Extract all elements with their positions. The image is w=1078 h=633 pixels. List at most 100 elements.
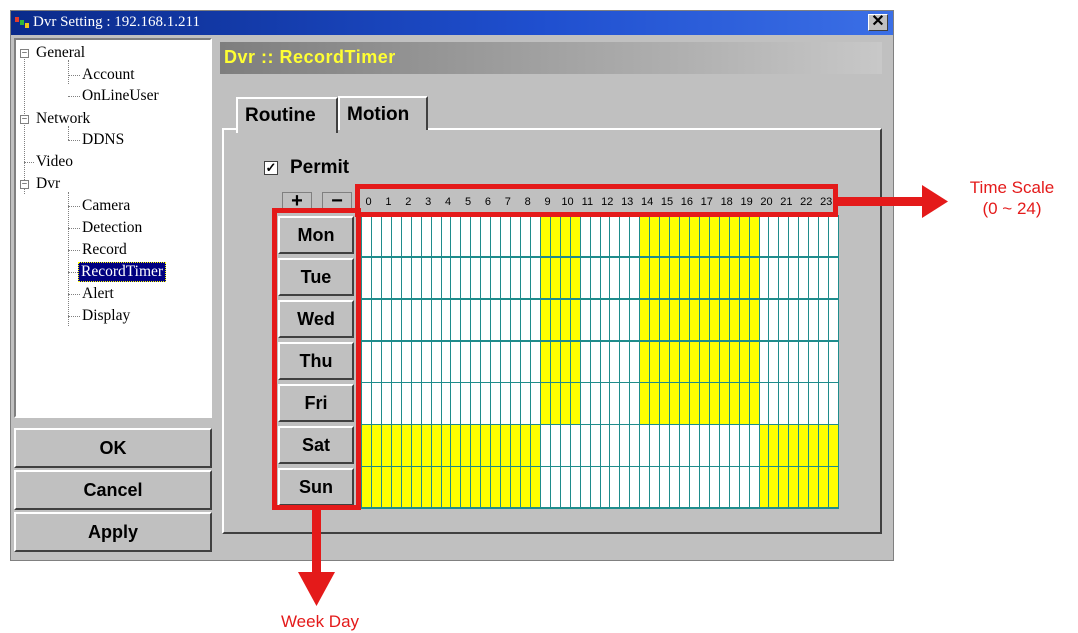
schedule-slot[interactable] <box>660 257 670 299</box>
schedule-slot[interactable] <box>650 216 660 257</box>
schedule-slot[interactable] <box>580 383 590 424</box>
schedule-slot[interactable] <box>411 341 421 382</box>
tree-node-dvr[interactable]: Dvr <box>36 175 60 193</box>
schedule-slot[interactable] <box>362 341 371 382</box>
schedule-slot[interactable] <box>501 341 511 382</box>
schedule-slot[interactable] <box>809 425 819 466</box>
schedule-slot[interactable] <box>650 425 660 466</box>
schedule-slot[interactable] <box>610 257 620 299</box>
schedule-slot[interactable] <box>709 341 719 382</box>
schedule-slot[interactable] <box>739 299 749 341</box>
schedule-slot[interactable] <box>749 257 759 299</box>
tree-node-record[interactable]: Record <box>82 241 127 259</box>
schedule-slot[interactable] <box>789 383 799 424</box>
schedule-slot[interactable] <box>530 467 540 508</box>
schedule-slot[interactable] <box>819 257 829 299</box>
schedule-slot[interactable] <box>650 341 660 382</box>
schedule-slot[interactable] <box>689 467 699 508</box>
schedule-slot[interactable] <box>610 299 620 341</box>
schedule-slot[interactable] <box>521 341 530 382</box>
schedule-slot[interactable] <box>590 299 600 341</box>
schedule-slot[interactable] <box>660 341 670 382</box>
schedule-slot[interactable] <box>799 467 809 508</box>
schedule-slot[interactable] <box>660 467 670 508</box>
schedule-slot[interactable] <box>610 216 620 257</box>
schedule-slot[interactable] <box>362 467 371 508</box>
schedule-slot[interactable] <box>739 425 749 466</box>
schedule-slot[interactable] <box>739 467 749 508</box>
schedule-slot[interactable] <box>580 425 590 466</box>
schedule-slot[interactable] <box>819 383 829 424</box>
schedule-slot[interactable] <box>709 299 719 341</box>
schedule-slot[interactable] <box>670 341 679 382</box>
tab-motion[interactable]: Motion <box>338 96 428 130</box>
schedule-slot[interactable] <box>530 216 540 257</box>
tab-routine[interactable]: Routine <box>236 97 338 133</box>
schedule-slot[interactable] <box>620 299 630 341</box>
schedule-slot[interactable] <box>570 216 580 257</box>
tree-node-alert[interactable]: Alert <box>82 285 114 303</box>
schedule-slot[interactable] <box>650 383 660 424</box>
schedule-slot[interactable] <box>799 216 809 257</box>
schedule-slot[interactable] <box>779 383 789 424</box>
apply-button[interactable]: Apply <box>14 512 212 552</box>
schedule-slot[interactable] <box>401 467 411 508</box>
schedule-slot[interactable] <box>362 425 371 466</box>
schedule-slot[interactable] <box>759 257 769 299</box>
collapse-icon[interactable]: − <box>20 180 29 190</box>
schedule-slot[interactable] <box>809 383 819 424</box>
schedule-slot[interactable] <box>401 383 411 424</box>
schedule-slot[interactable] <box>620 257 630 299</box>
schedule-slot[interactable] <box>521 299 530 341</box>
schedule-slot[interactable] <box>540 467 550 508</box>
schedule-slot[interactable] <box>680 216 689 257</box>
schedule-slot[interactable] <box>709 383 719 424</box>
schedule-slot[interactable] <box>491 383 501 424</box>
schedule-slot[interactable] <box>580 299 590 341</box>
schedule-slot[interactable] <box>381 257 391 299</box>
schedule-slot[interactable] <box>680 299 689 341</box>
schedule-slot[interactable] <box>729 341 739 382</box>
schedule-slot[interactable] <box>411 467 421 508</box>
schedule-slot[interactable] <box>789 341 799 382</box>
schedule-slot[interactable] <box>759 299 769 341</box>
schedule-slot[interactable] <box>511 257 520 299</box>
schedule-slot[interactable] <box>511 299 520 341</box>
schedule-slot[interactable] <box>769 299 779 341</box>
schedule-slot[interactable] <box>729 467 739 508</box>
schedule-slot[interactable] <box>630 467 640 508</box>
schedule-slot[interactable] <box>759 467 769 508</box>
schedule-slot[interactable] <box>441 299 451 341</box>
schedule-slot[interactable] <box>461 425 471 466</box>
schedule-slot[interactable] <box>729 425 739 466</box>
schedule-slot[interactable] <box>630 341 640 382</box>
schedule-slot[interactable] <box>600 425 610 466</box>
schedule-slot[interactable] <box>391 341 401 382</box>
schedule-slot[interactable] <box>630 216 640 257</box>
schedule-slot[interactable] <box>371 425 381 466</box>
permit-checkbox[interactable]: ✓ <box>264 161 278 175</box>
schedule-slot[interactable] <box>699 216 709 257</box>
title-bar[interactable]: Dvr Setting : 192.168.1.211 ✕ <box>11 11 893 35</box>
schedule-slot[interactable] <box>600 216 610 257</box>
schedule-slot[interactable] <box>441 425 451 466</box>
schedule-slot[interactable] <box>680 425 689 466</box>
schedule-slot[interactable] <box>540 425 550 466</box>
schedule-slot[interactable] <box>779 467 789 508</box>
schedule-slot[interactable] <box>491 257 501 299</box>
schedule-slot[interactable] <box>809 341 819 382</box>
schedule-slot[interactable] <box>511 216 520 257</box>
schedule-slot[interactable] <box>501 299 511 341</box>
schedule-slot[interactable] <box>451 467 461 508</box>
schedule-slot[interactable] <box>431 257 441 299</box>
schedule-slot[interactable] <box>550 425 560 466</box>
schedule-slot[interactable] <box>709 467 719 508</box>
schedule-slot[interactable] <box>819 425 829 466</box>
schedule-slot[interactable] <box>481 341 491 382</box>
schedule-slot[interactable] <box>699 257 709 299</box>
schedule-slot[interactable] <box>362 216 371 257</box>
schedule-slot[interactable] <box>540 299 550 341</box>
schedule-slot[interactable] <box>540 383 550 424</box>
schedule-slot[interactable] <box>481 299 491 341</box>
schedule-slot[interactable] <box>689 299 699 341</box>
